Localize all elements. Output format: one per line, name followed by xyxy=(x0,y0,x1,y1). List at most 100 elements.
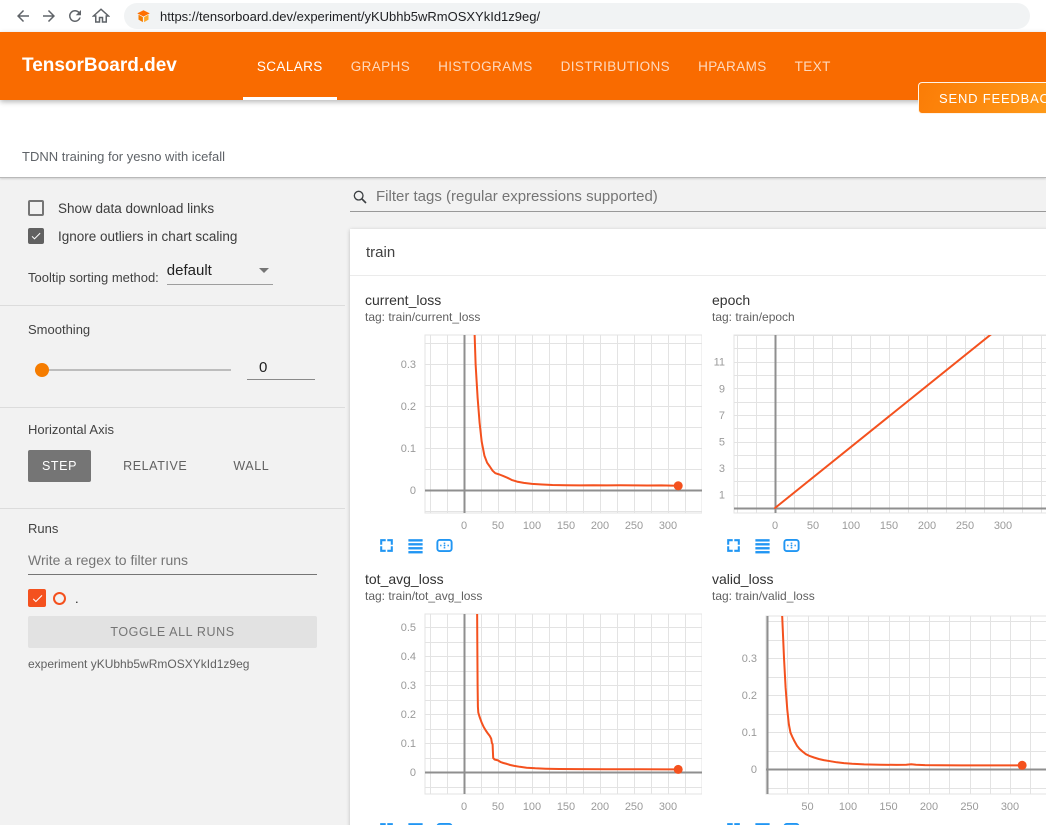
horizontal-axis-buttons: STEP RELATIVE WALL xyxy=(28,450,317,482)
tooltip-sorting-label: Tooltip sorting method: xyxy=(28,270,159,285)
svg-text:0: 0 xyxy=(410,767,416,779)
axis-step-button[interactable]: STEP xyxy=(28,450,91,482)
experiment-subheader: TDNN training for yesno with icefall xyxy=(0,100,1046,178)
expand-chart-icon[interactable] xyxy=(377,536,396,555)
home-button[interactable] xyxy=(88,3,114,29)
tensorboard-favicon xyxy=(136,9,151,24)
line-chart[interactable]: 05010015020025030000.10.20.3 xyxy=(357,330,712,532)
settings-sidebar: Show data download links Ignore outliers… xyxy=(0,178,345,825)
reload-button[interactable] xyxy=(62,3,88,29)
experiment-id-label: experiment yKUbhb5wRmOSXYkId1z9eg xyxy=(28,657,317,671)
svg-text:0.3: 0.3 xyxy=(401,359,416,371)
svg-text:0.1: 0.1 xyxy=(401,443,416,455)
axis-wall-button[interactable]: WALL xyxy=(219,450,283,482)
runs-section: Runs . TOGGLE ALL RUNS experiment yKUbhb… xyxy=(0,509,345,671)
chart-actions xyxy=(712,820,1046,825)
svg-text:0.3: 0.3 xyxy=(401,680,416,692)
fit-domain-icon[interactable] xyxy=(435,820,454,825)
svg-text:200: 200 xyxy=(591,801,609,813)
tag-group-header[interactable]: train xyxy=(350,229,1046,276)
line-chart[interactable]: 05010015020025030000.10.20.30.40.5 xyxy=(357,609,712,816)
chart-tag: tag: train/valid_loss xyxy=(712,589,1046,603)
tab-text[interactable]: TEXT xyxy=(781,32,845,100)
svg-text:150: 150 xyxy=(557,520,575,532)
chart-title: current_loss xyxy=(365,292,712,308)
chevron-down-icon xyxy=(259,268,269,273)
search-icon xyxy=(352,189,368,205)
dashboard-main: train current_loss tag: train/current_lo… xyxy=(345,178,1046,825)
chart-title: tot_avg_loss xyxy=(365,571,712,587)
ignore-outliers-checkbox[interactable] xyxy=(28,228,44,244)
fit-domain-icon[interactable] xyxy=(782,820,801,825)
tab-histograms[interactable]: HISTOGRAMS xyxy=(424,32,547,100)
expand-chart-icon[interactable] xyxy=(724,536,743,555)
runs-filter-input[interactable] xyxy=(28,550,317,575)
smoothing-value-field[interactable]: 0 xyxy=(247,359,315,380)
tab-hparams[interactable]: HPARAMS xyxy=(684,32,781,100)
run-checkbox[interactable] xyxy=(28,589,46,607)
expand-chart-icon[interactable] xyxy=(377,820,396,825)
show-download-links-checkbox[interactable] xyxy=(28,200,44,216)
svg-text:0.1: 0.1 xyxy=(742,727,757,739)
svg-text:250: 250 xyxy=(956,520,974,532)
line-chart[interactable]: 0501001502002503001357911 xyxy=(704,330,1046,532)
svg-text:200: 200 xyxy=(920,801,938,813)
content-area: Show data download links Ignore outliers… xyxy=(0,178,1046,825)
runs-table-icon[interactable] xyxy=(753,536,772,555)
svg-text:50: 50 xyxy=(492,801,504,813)
svg-text:0: 0 xyxy=(461,520,467,532)
chart-tag: tag: train/tot_avg_loss xyxy=(365,589,712,603)
forward-button[interactable] xyxy=(36,3,62,29)
svg-text:100: 100 xyxy=(842,520,860,532)
runs-table-icon[interactable] xyxy=(406,536,425,555)
runs-label: Runs xyxy=(28,521,317,536)
tensorboard-logo: TensorBoard.dev xyxy=(22,55,177,77)
svg-text:300: 300 xyxy=(659,801,677,813)
tab-scalars[interactable]: SCALARS xyxy=(243,32,337,100)
chart-epoch: epoch tag: train/epoch 05010015020025030… xyxy=(712,292,1046,555)
runs-table-icon[interactable] xyxy=(406,820,425,825)
general-settings-section: Show data download links Ignore outliers… xyxy=(0,178,345,306)
horizontal-axis-section: Horizontal Axis STEP RELATIVE WALL xyxy=(0,408,345,509)
back-arrow-icon xyxy=(14,7,32,25)
show-download-links-checkbox-row[interactable]: Show data download links xyxy=(28,200,317,216)
svg-text:50: 50 xyxy=(807,520,819,532)
chart-tot-avg-loss: tot_avg_loss tag: train/tot_avg_loss 0 50… xyxy=(365,571,712,825)
send-feedback-button[interactable]: SEND FEEDBACK xyxy=(918,82,1046,114)
tag-filter-row xyxy=(350,186,1046,212)
chart-tag: tag: train/current_loss xyxy=(365,310,712,324)
svg-text:300: 300 xyxy=(659,520,677,532)
tag-filter-input[interactable] xyxy=(376,188,1046,205)
svg-text:0.4: 0.4 xyxy=(401,651,416,663)
svg-text:0.2: 0.2 xyxy=(742,690,757,702)
axis-relative-button[interactable]: RELATIVE xyxy=(109,450,201,482)
svg-text:200: 200 xyxy=(918,520,936,532)
svg-text:0.5: 0.5 xyxy=(401,622,416,634)
svg-text:150: 150 xyxy=(557,801,575,813)
tab-distributions[interactable]: DISTRIBUTIONS xyxy=(547,32,684,100)
run-row[interactable]: . xyxy=(28,588,317,608)
expand-chart-icon[interactable] xyxy=(724,820,743,825)
runs-table-icon[interactable] xyxy=(753,820,772,825)
smoothing-slider-row: 0 xyxy=(28,359,317,380)
toggle-all-runs-button[interactable]: TOGGLE ALL RUNS xyxy=(28,616,317,648)
forward-arrow-icon xyxy=(40,7,58,25)
tooltip-sorting-dropdown[interactable]: default xyxy=(167,262,273,285)
smoothing-slider[interactable] xyxy=(35,369,231,371)
svg-text:250: 250 xyxy=(625,520,643,532)
slider-knob[interactable] xyxy=(35,363,49,377)
check-icon xyxy=(31,592,44,605)
fit-domain-icon[interactable] xyxy=(435,536,454,555)
svg-text:5: 5 xyxy=(719,437,725,449)
chart-valid-loss: valid_loss tag: train/valid_loss 5010015… xyxy=(712,571,1046,825)
svg-text:150: 150 xyxy=(879,801,897,813)
address-bar[interactable]: https://tensorboard.dev/experiment/yKUbh… xyxy=(124,3,1030,29)
ignore-outliers-checkbox-row[interactable]: Ignore outliers in chart scaling xyxy=(28,228,317,244)
back-button[interactable] xyxy=(10,3,36,29)
chart-actions xyxy=(712,536,1046,555)
line-chart[interactable]: 5010015020025030000.10.20.3 xyxy=(704,609,1046,816)
fit-domain-icon[interactable] xyxy=(782,536,801,555)
browser-window: https://tensorboard.dev/experiment/yKUbh… xyxy=(0,0,1046,825)
svg-text:0.3: 0.3 xyxy=(742,653,757,665)
tab-graphs[interactable]: GRAPHS xyxy=(337,32,424,100)
